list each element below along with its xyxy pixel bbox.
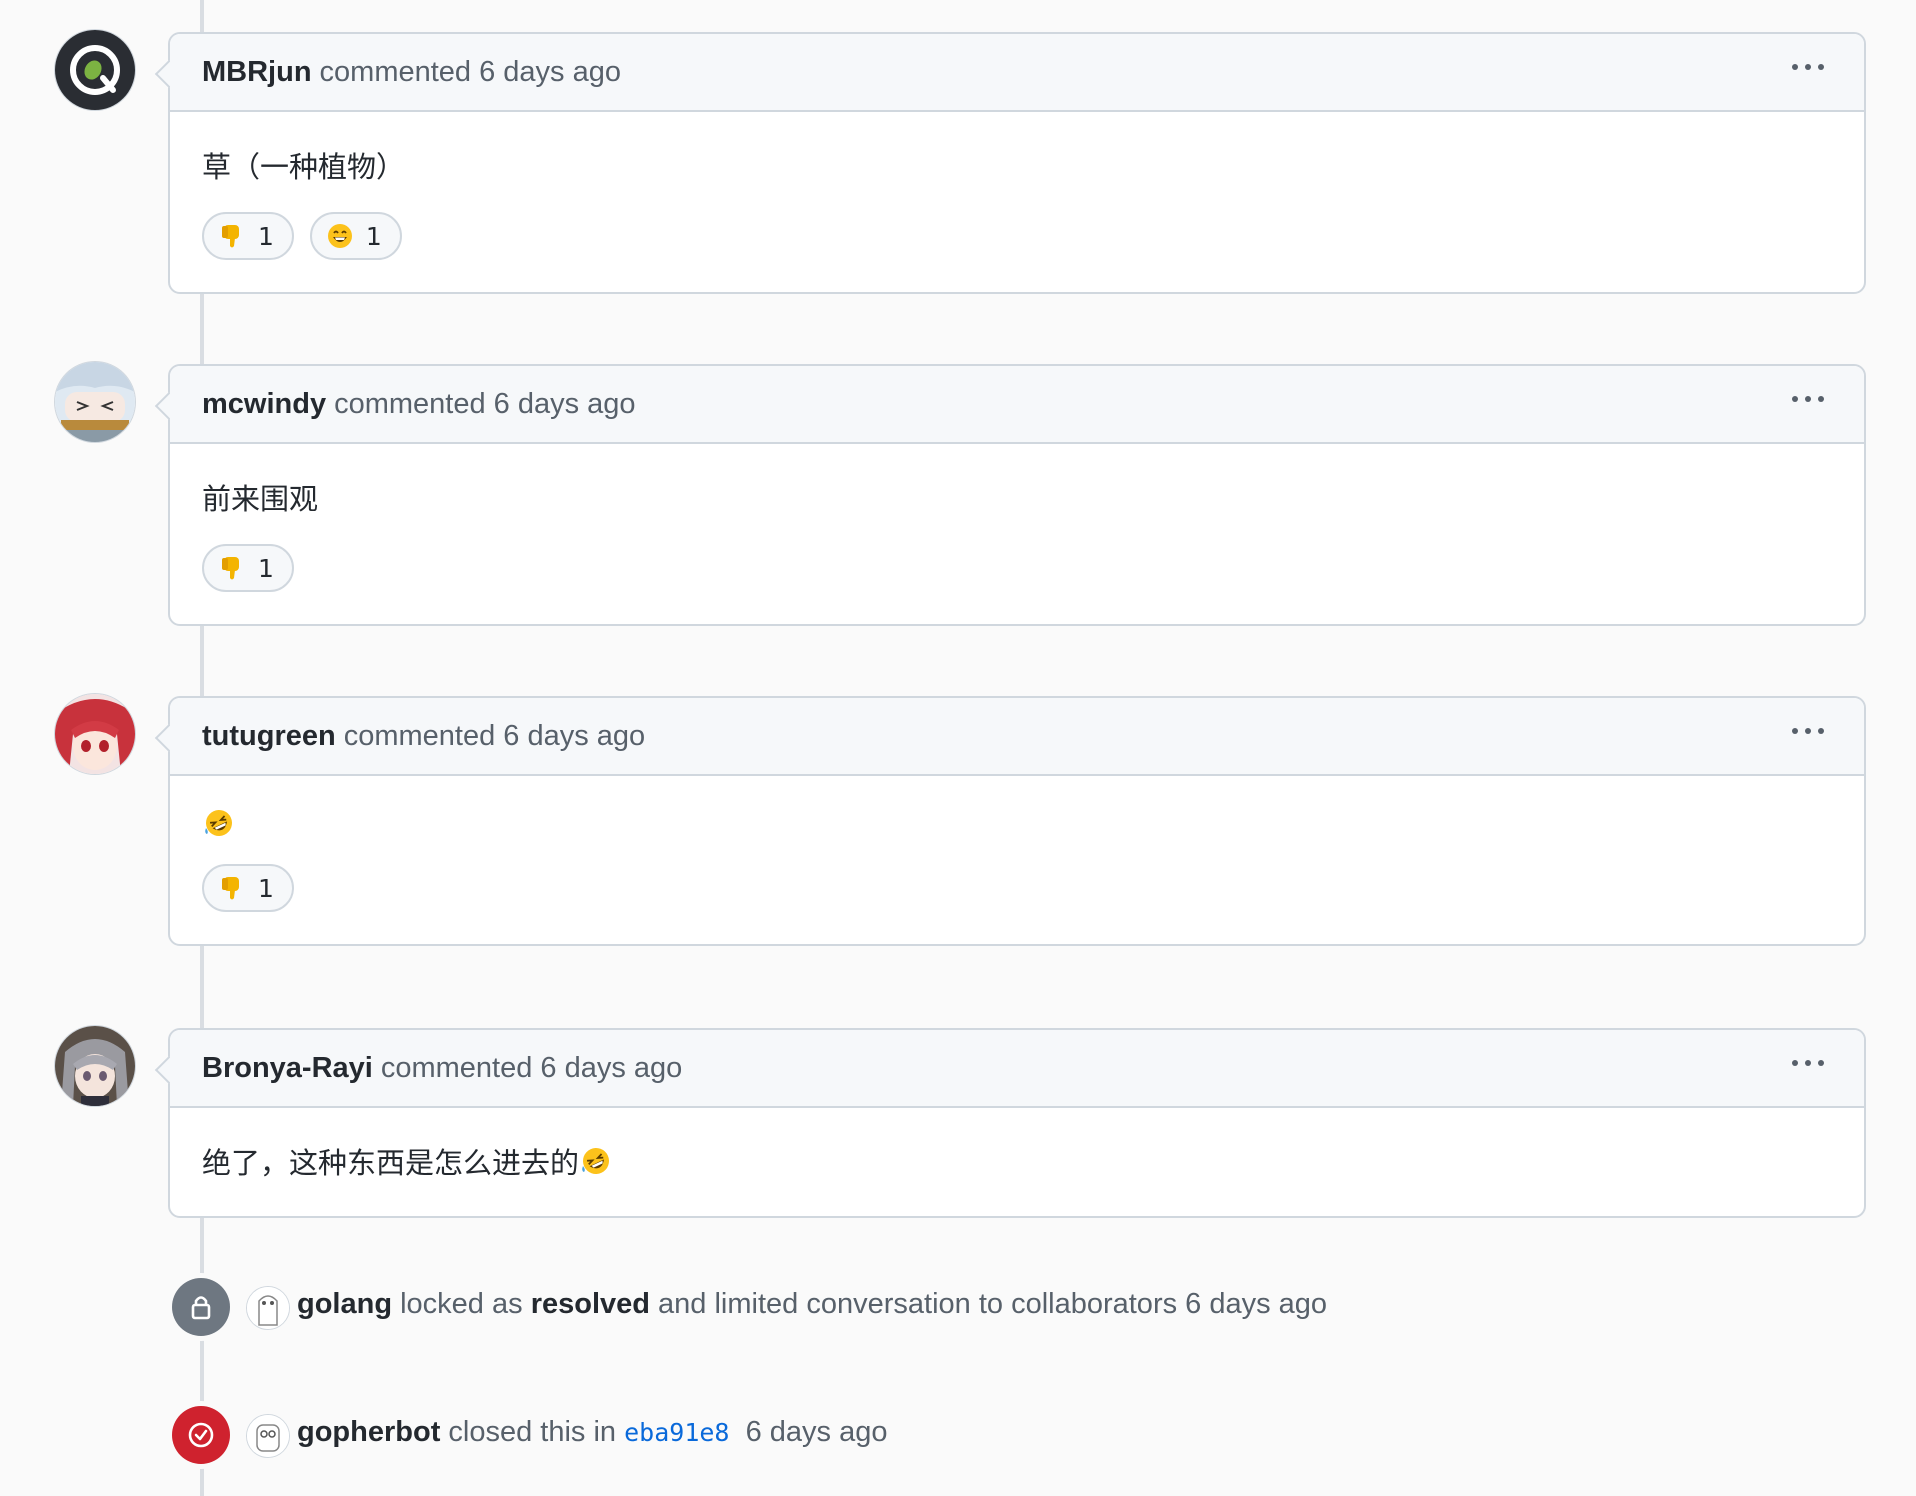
more-options-icon[interactable] (1788, 390, 1828, 408)
comment-box: mcwindy commented 6 days ago 前来围观 1 (154, 364, 1866, 626)
thumbs-down-icon (222, 557, 239, 580)
reaction-thumbs-down-button[interactable]: 1 (202, 864, 294, 912)
event-text-part: 6 days ago (729, 1416, 888, 1448)
comment-text: 绝了，这种东西是怎么进去的 (202, 1140, 1832, 1182)
avatar-image (55, 362, 135, 442)
avatar[interactable] (55, 694, 135, 774)
timeline-event-locked: golang locked as resolved and limited co… (0, 1278, 1916, 1338)
event-text-part: and limited conversation to collaborator… (649, 1288, 1328, 1320)
avatar-image (55, 30, 135, 110)
more-options-icon[interactable] (1788, 58, 1828, 76)
comment-timestamp[interactable]: commented 6 days ago (381, 1052, 682, 1085)
comment-timestamp[interactable]: commented 6 days ago (320, 56, 621, 89)
comment-header: mcwindy commented 6 days ago (170, 366, 1864, 444)
lock-icon (191, 1296, 211, 1320)
comment-body: 绝了，这种东西是怎么进去的 (170, 1108, 1864, 1216)
commit-link[interactable]: eba91e8 (624, 1418, 729, 1447)
comment-box: Bronya-Rayi commented 6 days ago 绝了，这种东西… (154, 1028, 1866, 1218)
comment-body: 1 (170, 776, 1864, 944)
thumbs-down-icon (222, 225, 239, 248)
avatar-image (55, 1026, 135, 1106)
reactions-bar: 1 (202, 544, 1832, 592)
lock-badge (172, 1278, 230, 1336)
more-options-icon[interactable] (1788, 1054, 1828, 1072)
comment-box: tutugreen commented 6 days ago 1 (154, 696, 1866, 946)
reaction-count: 1 (258, 221, 274, 251)
laugh-icon (327, 224, 352, 248)
comment-text-content: 绝了，这种东西是怎么进去的 (202, 1146, 580, 1180)
comment-text (202, 808, 1832, 838)
author-link[interactable]: Bronya-Rayi (202, 1052, 373, 1085)
comment-header: Bronya-Rayi commented 6 days ago (170, 1030, 1864, 1108)
event-description: golang locked as resolved and limited co… (297, 1288, 1327, 1321)
actor-link[interactable]: gopherbot (297, 1416, 440, 1448)
event-text-part: closed this in (440, 1416, 625, 1448)
author-link[interactable]: tutugreen (202, 720, 336, 753)
avatar[interactable] (55, 1026, 135, 1106)
comment-header: tutugreen commented 6 days ago (170, 698, 1864, 776)
rolling-on-floor-laughing-icon (582, 1148, 610, 1174)
reaction-count: 1 (258, 553, 274, 583)
avatar[interactable] (55, 30, 135, 110)
actor-avatar[interactable] (246, 1414, 290, 1458)
avatar-image (55, 694, 135, 774)
comment-text: 草（一种植物） (202, 150, 406, 184)
lock-reason: resolved (530, 1288, 650, 1320)
gopherbot-avatar-image (247, 1415, 289, 1457)
timeline-event-closed: gopherbot closed this in eba91e8 6 days … (0, 1406, 1916, 1466)
reactions-bar: 1 1 (202, 212, 1832, 260)
comment-timestamp[interactable]: commented 6 days ago (344, 720, 645, 753)
event-description: gopherbot closed this in eba91e8 6 days … (297, 1416, 887, 1449)
closed-badge (172, 1406, 230, 1464)
thumbs-down-icon (222, 877, 239, 900)
gopher-avatar-image (247, 1287, 289, 1329)
more-options-icon[interactable] (1788, 722, 1828, 740)
reaction-laugh-button[interactable]: 1 (309, 212, 402, 260)
reaction-count: 1 (365, 221, 382, 251)
comment-body: 前来围观 1 (170, 444, 1864, 624)
comment-text: 前来围观 (202, 482, 319, 516)
reaction-thumbs-down-button[interactable]: 1 (202, 212, 294, 260)
reactions-bar: 1 (202, 864, 1832, 912)
avatar[interactable] (55, 362, 135, 442)
check-circle-icon (188, 1422, 214, 1448)
comment-header: MBRjun commented 6 days ago (170, 34, 1864, 112)
author-link[interactable]: MBRjun (202, 56, 312, 89)
comment-timestamp[interactable]: commented 6 days ago (334, 388, 635, 421)
author-link[interactable]: mcwindy (202, 388, 326, 421)
event-text-part: locked as (392, 1288, 531, 1320)
reaction-thumbs-down-button[interactable]: 1 (202, 544, 294, 592)
rolling-on-floor-laughing-icon (205, 810, 232, 836)
reaction-count: 1 (258, 873, 274, 903)
actor-avatar[interactable] (246, 1286, 290, 1330)
actor-link[interactable]: golang (297, 1288, 392, 1320)
comment-body: 草（一种植物） 1 1 (170, 112, 1864, 292)
comment-box: MBRjun commented 6 days ago 草（一种植物） 1 1 (154, 32, 1866, 294)
